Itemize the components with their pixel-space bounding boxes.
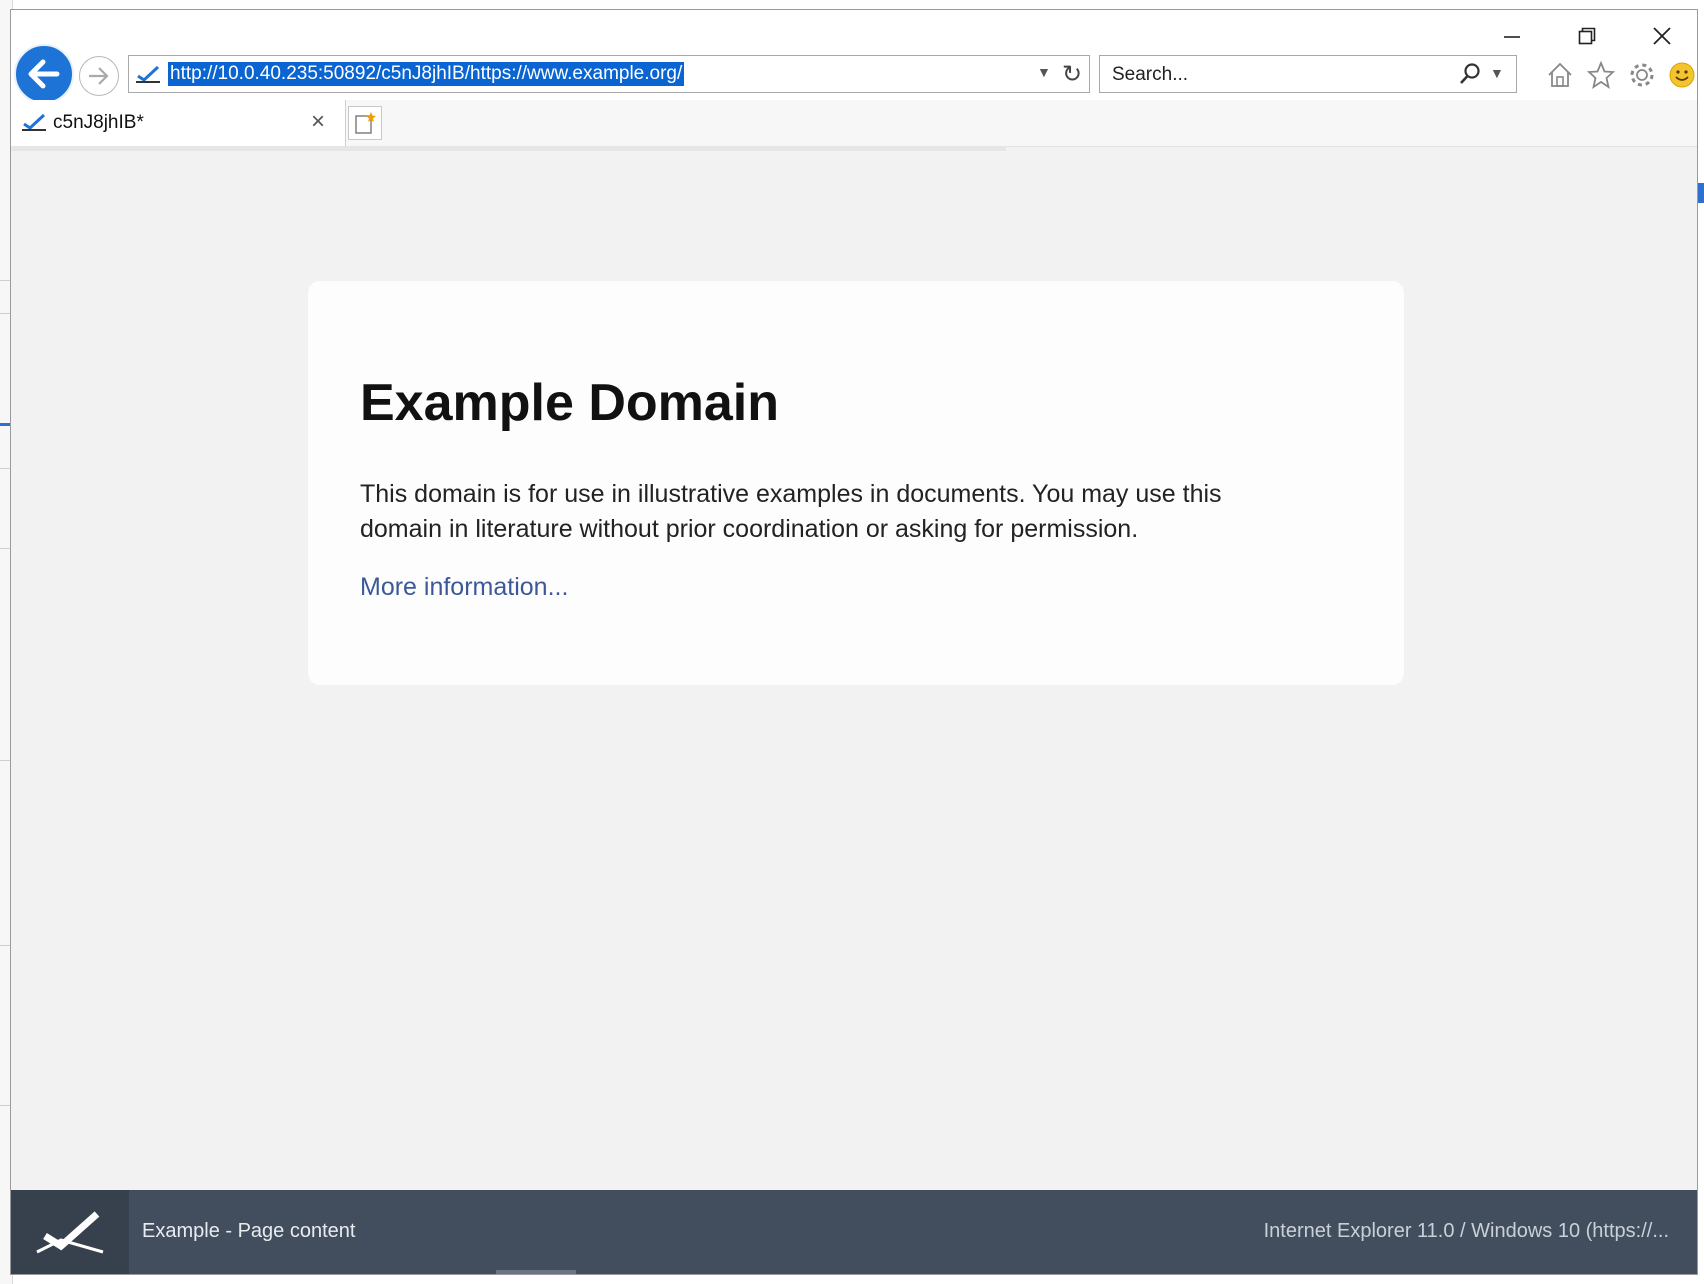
- home-icon: [1548, 62, 1572, 87]
- scroll-handle[interactable]: [496, 1270, 576, 1274]
- desktop-edge-marker: [1698, 183, 1704, 203]
- dropdown-icon[interactable]: ▼: [1037, 64, 1051, 80]
- new-tab-button[interactable]: [348, 106, 382, 140]
- search-icon[interactable]: [1458, 62, 1482, 86]
- page-content: Example Domain This domain is for use in…: [11, 151, 1697, 1199]
- address-url[interactable]: http://10.0.40.235:50892/c5nJ8jhIB/https…: [168, 62, 685, 86]
- checkmark-logo-icon: [36, 1211, 104, 1254]
- site-icon: [136, 65, 160, 83]
- search-input[interactable]: Search...: [1112, 64, 1188, 86]
- back-arrow-icon: [28, 59, 60, 89]
- browser-window: http://10.0.40.235:50892/c5nJ8jhIB/https…: [10, 9, 1698, 1275]
- favorites-button[interactable]: [1584, 58, 1618, 92]
- gear-icon: [1630, 63, 1654, 87]
- back-button[interactable]: [14, 44, 74, 104]
- restore-button[interactable]: [1552, 18, 1622, 54]
- content-card: Example Domain This domain is for use in…: [308, 281, 1404, 685]
- app-logo: [11, 1190, 129, 1274]
- more-information-link[interactable]: More information...: [360, 573, 568, 602]
- status-left-text: Example - Page content: [142, 1220, 356, 1242]
- refresh-icon[interactable]: ↻: [1062, 60, 1082, 89]
- forward-arrow-icon: [89, 67, 109, 85]
- minimize-button[interactable]: [1477, 18, 1547, 54]
- search-box[interactable]: Search... ▼: [1099, 55, 1517, 93]
- forward-button[interactable]: [79, 56, 119, 96]
- status-bar: Example - Page content Internet Explorer…: [11, 1190, 1697, 1274]
- tab-active[interactable]: c5nJ8jhIB* ×: [11, 100, 346, 146]
- smiley-icon: [1669, 62, 1695, 88]
- maximize-icon: [1578, 27, 1596, 45]
- status-right-text: Internet Explorer 11.0 / Windows 10 (htt…: [1263, 1220, 1669, 1242]
- browser-toolbar: http://10.0.40.235:50892/c5nJ8jhIB/https…: [11, 10, 1697, 104]
- tools-button[interactable]: [1625, 58, 1659, 92]
- close-icon[interactable]: ×: [311, 108, 325, 136]
- address-bar[interactable]: http://10.0.40.235:50892/c5nJ8jhIB/https…: [128, 55, 1090, 93]
- star-icon: [1587, 61, 1615, 89]
- feedback-button[interactable]: [1665, 58, 1697, 92]
- minimize-icon: [1504, 36, 1520, 38]
- tab-site-icon: [22, 113, 46, 131]
- page-title: Example Domain: [360, 374, 780, 432]
- tab-title: c5nJ8jhIB*: [53, 112, 144, 133]
- window-close-icon: [1653, 27, 1671, 45]
- search-dropdown-icon[interactable]: ▼: [1490, 65, 1504, 81]
- window-close-button[interactable]: [1627, 18, 1697, 54]
- new-tab-icon: [355, 112, 376, 134]
- tab-strip: c5nJ8jhIB* ×: [11, 100, 1697, 147]
- home-button[interactable]: [1543, 58, 1577, 92]
- page-description: This domain is for use in illustrative e…: [360, 480, 1222, 543]
